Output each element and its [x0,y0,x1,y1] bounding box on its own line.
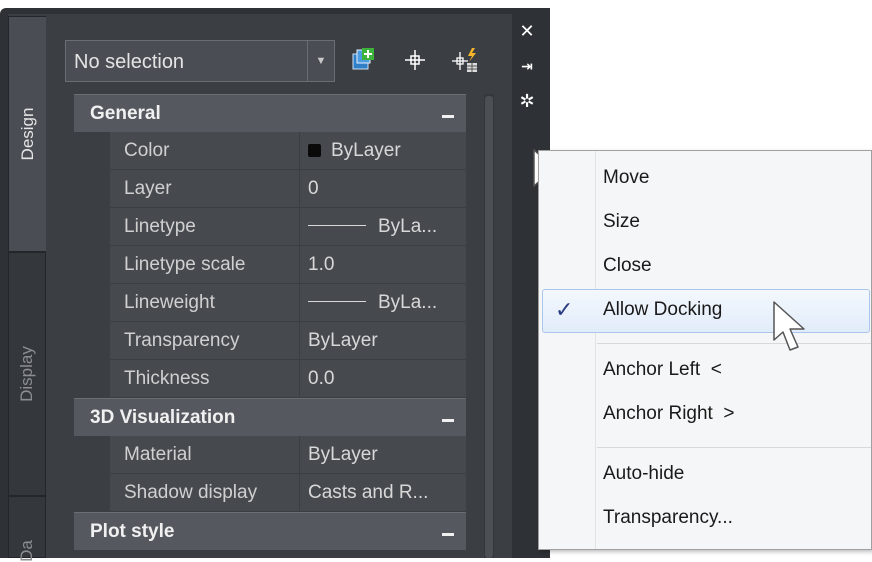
property-value[interactable]: ByLa... [300,284,466,322]
property-row-shadow-display[interactable]: Shadow display Casts and R... [74,474,466,512]
property-value[interactable]: ByLayer [300,436,466,474]
mouse-cursor-icon [770,300,810,359]
menu-item-size[interactable]: Size [603,211,640,233]
menu-item-transparency[interactable]: Transparency... [603,507,733,529]
category-label: Plot style [90,521,175,542]
properties-grid: General Color ByLayer Layer 0 Linetype B… [74,94,466,550]
property-name: Linetype scale [110,246,300,284]
category-label: 3D Visualization [90,407,236,428]
category-general[interactable]: General [74,94,466,132]
menu-item-anchor-left[interactable]: Anchor Left < [603,359,722,381]
color-swatch-icon [308,144,321,157]
property-row-lineweight[interactable]: Lineweight ByLa... [74,284,466,322]
property-name: Color [110,132,300,170]
context-menu: ✓ Move Size Close Allow Docking Anchor L… [538,150,872,550]
toggle-pickadd-icon[interactable] [450,46,477,74]
property-value[interactable]: 0 [300,170,466,208]
property-name: Shadow display [110,474,300,512]
lineweight-preview-icon [308,301,366,302]
menu-item-auto-hide[interactable]: Auto-hide [603,463,684,485]
property-row-layer[interactable]: Layer 0 [74,170,466,208]
property-name: Linetype [110,208,300,246]
menu-item-move[interactable]: Move [603,167,649,189]
property-name: Thickness [110,360,300,398]
property-value[interactable]: ByLa... [300,208,466,246]
tab-design-label: Design [17,107,37,161]
property-value[interactable]: 1.0 [300,246,466,284]
property-value[interactable]: ByLayer [300,132,466,170]
tab-data-label: Da [17,540,36,562]
menu-item-anchor-right[interactable]: Anchor Right > [603,403,735,425]
menu-icon-column [595,151,596,549]
scrollbar-thumb[interactable] [485,96,493,558]
menu-separator [597,447,871,448]
menu-item-allow-docking[interactable]: Allow Docking [603,299,722,321]
category-label: General [90,103,161,124]
properties-menu-icon[interactable]: ✲ [516,90,538,112]
tab-display[interactable]: Display [8,252,46,496]
property-row-material[interactable]: Material ByLayer [74,436,466,474]
checkmark-icon: ✓ [555,297,574,322]
menu-item-close[interactable]: Close [603,255,652,277]
select-objects-icon[interactable] [402,46,428,74]
collapse-icon[interactable] [442,419,454,422]
menu-separator [597,343,871,344]
tab-data[interactable]: Da [8,496,46,562]
property-value[interactable]: 0.0 [300,360,466,398]
quick-select-icon[interactable] [350,46,376,74]
property-name: Layer [110,170,300,208]
chevron-down-icon[interactable]: ▼ [307,41,334,81]
collapse-icon[interactable] [442,115,454,118]
property-row-color[interactable]: Color ByLayer [74,132,466,170]
property-row-thickness[interactable]: Thickness 0.0 [74,360,466,398]
property-name: Lineweight [110,284,300,322]
property-name: Transparency [110,322,300,360]
selection-dropdown-value: No selection [74,51,185,73]
property-row-transparency[interactable]: Transparency ByLayer [74,322,466,360]
tab-design[interactable]: Design [8,16,46,252]
linetype-preview-icon [308,225,366,226]
property-value[interactable]: Casts and R... [300,474,466,512]
close-icon[interactable]: ✕ [516,20,538,42]
property-row-linetype-scale[interactable]: Linetype scale 1.0 [74,246,466,284]
collapse-icon[interactable] [442,533,454,536]
selection-dropdown[interactable]: No selection ▼ [65,40,335,82]
tab-display-label: Display [17,346,36,402]
property-name: Material [110,436,300,474]
category-3d-visualization[interactable]: 3D Visualization [74,398,466,436]
property-row-linetype[interactable]: Linetype ByLa... [74,208,466,246]
property-value[interactable]: ByLayer [300,322,466,360]
auto-hide-icon[interactable]: ⇥ [516,55,538,77]
category-plot-style[interactable]: Plot style [74,512,466,550]
